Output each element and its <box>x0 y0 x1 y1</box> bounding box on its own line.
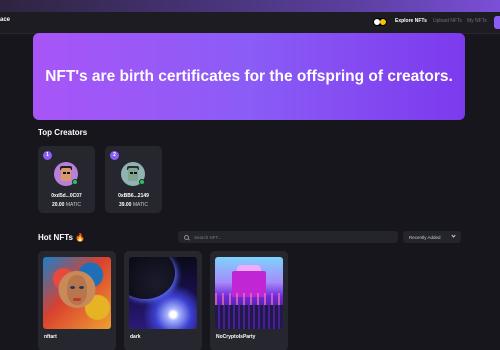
search-input[interactable] <box>194 234 384 240</box>
theme-toggle[interactable] <box>373 18 387 26</box>
nav-explore-nfts[interactable]: Explore NFTs <box>395 18 427 24</box>
nft-image <box>129 257 197 329</box>
sort-select-value: Recently Added <box>409 234 441 240</box>
creator-amount: 20.00 MATIC <box>51 202 82 208</box>
hero-banner: NFT's are birth certificates for the off… <box>33 33 465 120</box>
nft-image <box>215 257 283 329</box>
search-icon <box>184 234 189 240</box>
nft-image <box>43 257 111 329</box>
connect-wallet-button[interactable] <box>494 16 500 29</box>
nft-card[interactable]: dark <box>124 251 202 350</box>
nft-card[interactable]: NoCryptoIsParty <box>210 251 288 350</box>
sun-icon <box>380 19 386 25</box>
nft-title: dark <box>130 334 141 340</box>
creator-amount: 39.00 MATIC <box>118 202 149 208</box>
creator-card[interactable]: 2 0xBB6...2149 39.00 MATIC <box>105 146 162 213</box>
sort-select[interactable]: Recently Added <box>403 231 461 243</box>
nft-title: nftart <box>44 334 57 340</box>
nft-card[interactable]: nftart <box>38 251 116 350</box>
search-bar[interactable] <box>178 231 398 243</box>
hot-nfts-title: Hot NFTs 🔥 <box>38 233 86 242</box>
creator-rank-badge: 2 <box>110 151 119 160</box>
brand-logo-text[interactable]: ace <box>0 17 10 23</box>
navbar: ace Explore NFTs Upload NFTs My NFTs <box>0 12 500 34</box>
creator-card[interactable]: 1 0xd5d...0C07 20.00 MATIC <box>38 146 95 213</box>
nft-title: NoCryptoIsParty <box>216 334 256 340</box>
chevron-down-icon <box>451 233 456 238</box>
top-gradient-bar <box>0 0 500 12</box>
creator-address: 0xd5d...0C07 <box>51 193 82 199</box>
hero-headline: NFT's are birth certificates for the off… <box>45 67 453 85</box>
creator-address: 0xBB6...2149 <box>118 193 149 199</box>
verified-check-icon <box>139 179 145 185</box>
nav-my-nfts[interactable]: My NFTs <box>467 18 487 24</box>
verified-check-icon <box>72 179 78 185</box>
creator-rank-badge: 1 <box>43 151 52 160</box>
top-creators-title: Top Creators <box>38 128 88 137</box>
nav-upload-nfts[interactable]: Upload NFTs <box>433 18 462 24</box>
